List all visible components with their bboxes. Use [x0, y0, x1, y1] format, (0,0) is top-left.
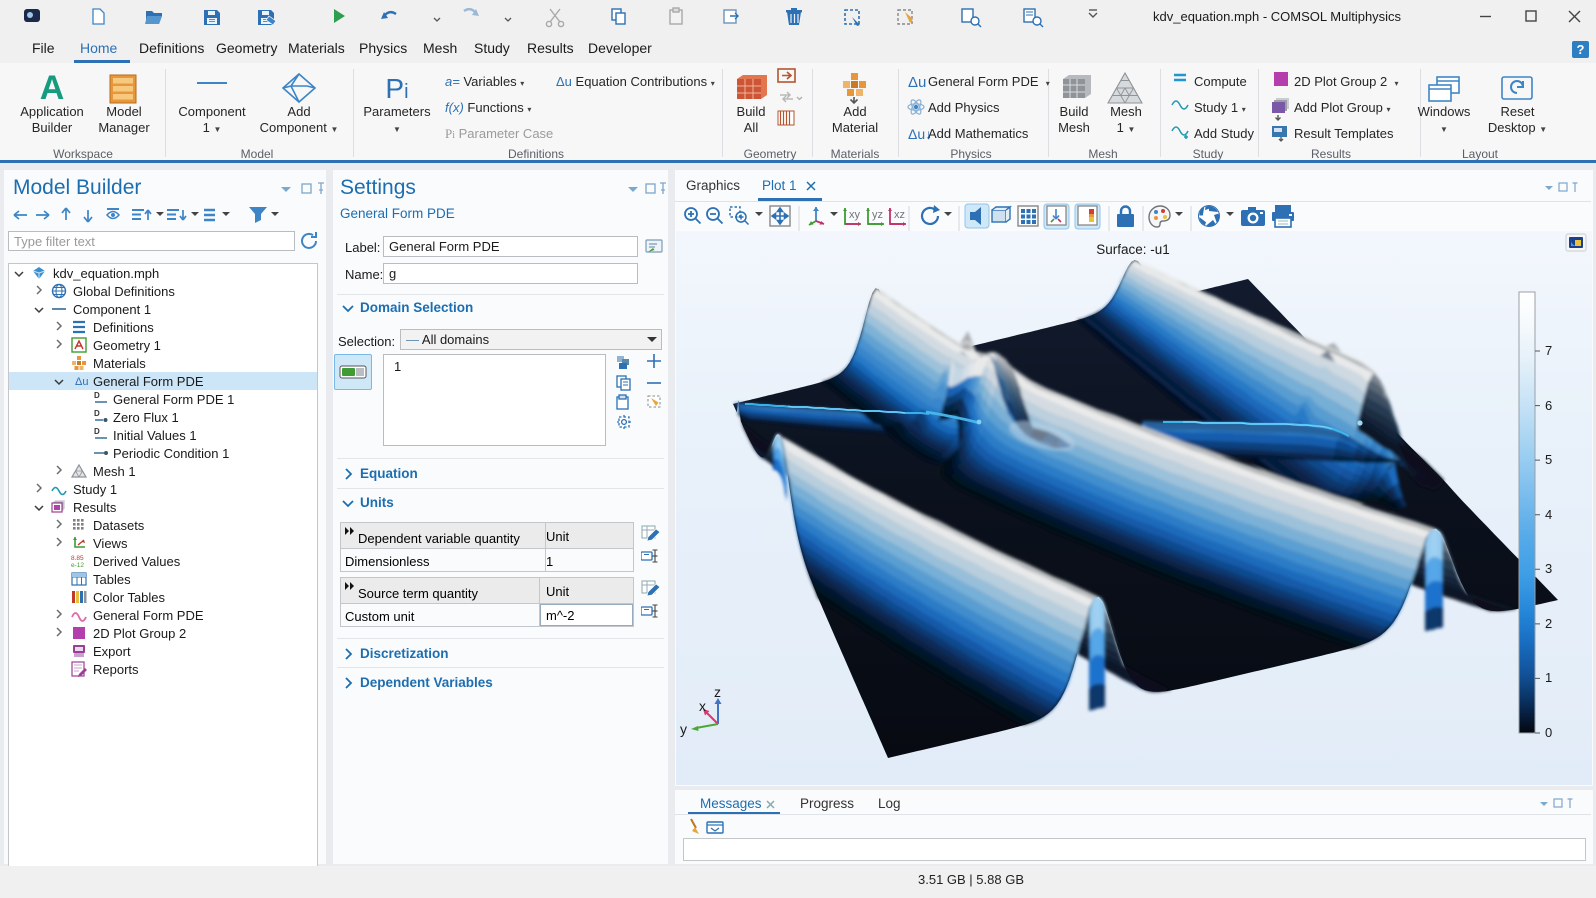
svg-text:0: 0 — [1545, 725, 1552, 740]
svg-text:xy: xy — [849, 209, 861, 221]
svg-text:Surface: -u1: Surface: -u1 — [1096, 242, 1170, 257]
svg-text:A: A — [40, 69, 65, 107]
svg-text:x: x — [699, 698, 706, 714]
svg-text:Pi: Pi — [385, 73, 408, 104]
svg-text:Δu: Δu — [908, 74, 926, 91]
svg-text:4: 4 — [1545, 507, 1552, 522]
svg-text:3: 3 — [1545, 561, 1552, 576]
svg-text:7: 7 — [1545, 343, 1552, 358]
svg-text:1: 1 — [1545, 670, 1552, 685]
svg-text:z: z — [714, 684, 721, 700]
svg-text:5: 5 — [1545, 452, 1552, 467]
svg-text:2: 2 — [1545, 616, 1552, 631]
svg-text:yz: yz — [872, 209, 883, 221]
svg-text:6: 6 — [1545, 398, 1552, 413]
svg-text:xz: xz — [894, 209, 905, 221]
svg-text:y: y — [680, 721, 687, 737]
